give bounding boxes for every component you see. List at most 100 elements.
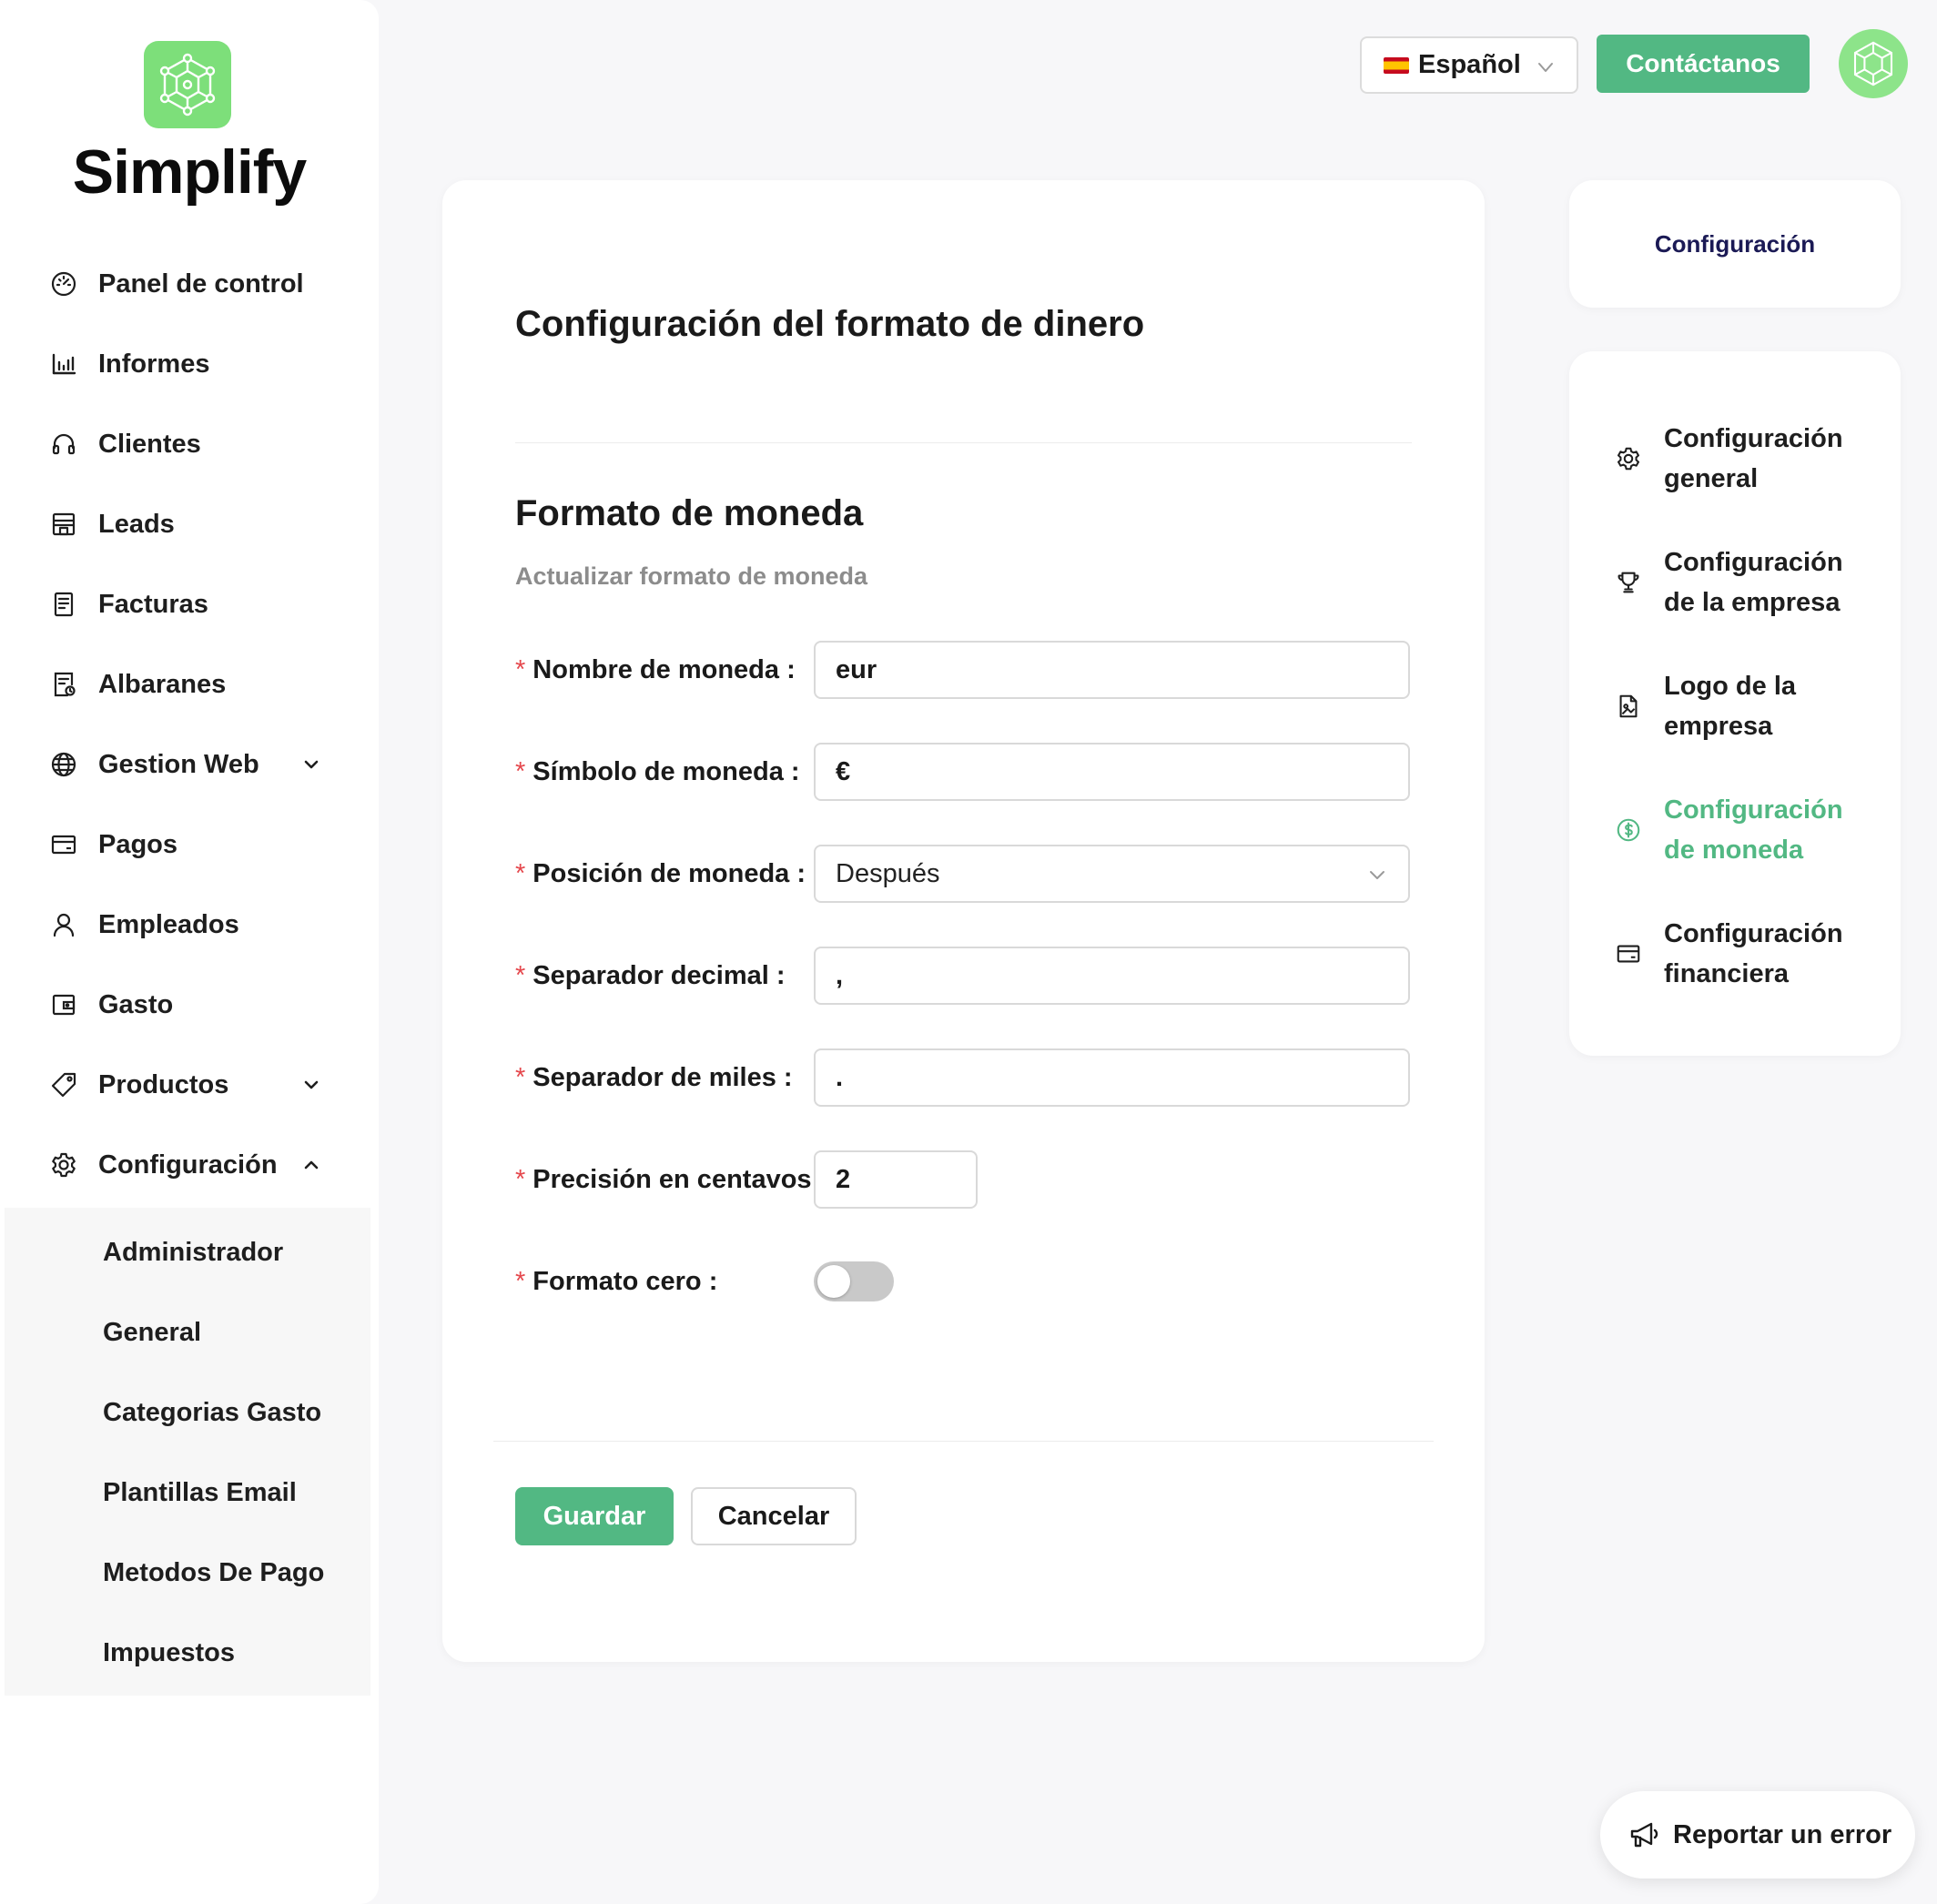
sidebar: Simplify Panel de control Informes Clien… (0, 0, 379, 1904)
submenu-item-general[interactable]: General (103, 1305, 201, 1360)
globe-icon (51, 752, 76, 777)
label-text: Separador decimal (532, 960, 769, 990)
cent-precision-input[interactable]: 2 (814, 1150, 978, 1209)
report-error-button[interactable]: Reportar un error (1600, 1791, 1915, 1879)
sidebar-item-empleados[interactable]: Empleados (49, 897, 350, 952)
form-row-currency-name: * Nombre de moneda : eur (515, 641, 1410, 699)
submenu-item-administrador[interactable]: Administrador (103, 1225, 283, 1280)
sidebar-item-panel-de-control[interactable]: Panel de control (49, 257, 350, 311)
form-row-thousand-separator: * Separador de miles : . (515, 1048, 1410, 1107)
label-text: Precisión en centavos (532, 1164, 812, 1194)
sidebar-item-leads[interactable]: Leads (49, 497, 350, 552)
save-button[interactable]: Guardar (515, 1487, 674, 1545)
label-text: Símbolo de moneda (532, 756, 784, 786)
language-select[interactable]: Español (1360, 36, 1578, 94)
chevron-down-icon[interactable] (299, 1072, 324, 1098)
submenu-item-metodos-de-pago[interactable]: Metodos De Pago (103, 1545, 324, 1600)
language-label: Español (1418, 50, 1521, 79)
label-text: Separador de miles (532, 1062, 776, 1092)
sidebar-item-label: Clientes (98, 429, 201, 459)
settings-item-logo[interactable]: Logo de la empresa (1615, 661, 1879, 752)
contact-button[interactable]: Contáctanos (1597, 35, 1810, 93)
spain-flag-icon (1384, 56, 1409, 74)
sidebar-item-label: Informes (98, 349, 210, 379)
gear-icon (52, 1152, 76, 1178)
form-row-zero-format: * Formato cero : (515, 1252, 1407, 1311)
chevron-down-icon (1538, 63, 1553, 72)
settings-item-financiera[interactable]: Configuración financiera (1615, 908, 1879, 999)
page-title: Configuración del formato de dinero (515, 304, 1145, 344)
credit-card-icon (1617, 945, 1640, 963)
app-logo[interactable] (144, 41, 231, 128)
currency-name-input[interactable]: eur (814, 641, 1410, 699)
trophy-icon (1618, 572, 1639, 593)
form-row-cent-precision: * Precisión en centavos : 2 (515, 1150, 1407, 1209)
footer-divider (493, 1441, 1434, 1442)
form-row-currency-position: * Posición de moneda : Después (515, 845, 1410, 903)
label-suffix: : (783, 1062, 793, 1092)
settings-item-general[interactable]: Configuración general (1615, 413, 1879, 504)
megaphone-icon (1630, 1822, 1658, 1848)
gear-icon (1618, 447, 1639, 471)
sidebar-item-label: Gasto (98, 989, 174, 1019)
decimal-separator-label: * Separador decimal : (515, 947, 786, 1005)
form-row-currency-symbol: * Símbolo de moneda : € (515, 743, 1410, 801)
required-marker: * (515, 756, 526, 786)
zero-format-label: * Formato cero : (515, 1252, 717, 1311)
sidebar-item-pagos[interactable]: Pagos (49, 817, 350, 872)
required-marker: * (515, 858, 526, 888)
label-text: Formato cero (532, 1266, 702, 1296)
zero-format-toggle[interactable] (814, 1261, 894, 1301)
settings-panel-title: Configuración (1654, 229, 1816, 258)
currency-position-value: Después (836, 858, 940, 888)
label-suffix: : (790, 756, 800, 786)
sidebar-item-label: Empleados (98, 909, 239, 939)
network-cube-icon (159, 53, 216, 116)
sidebar-item-gasto[interactable]: Gasto (49, 977, 350, 1032)
wallet-icon (52, 994, 76, 1016)
avatar[interactable] (1839, 29, 1908, 98)
settings-item-moneda[interactable]: Configuración de moneda (1615, 785, 1879, 876)
submenu-item-impuestos[interactable]: Impuestos (103, 1625, 235, 1680)
sidebar-item-albaranes[interactable]: Albaranes (49, 657, 350, 712)
required-marker: * (515, 1164, 526, 1194)
thousand-separator-input[interactable]: . (814, 1048, 1410, 1107)
required-marker: * (515, 1266, 526, 1296)
chevron-down-icon (1370, 871, 1384, 879)
sidebar-item-informes[interactable]: Informes (49, 337, 350, 391)
chevron-down-icon[interactable] (299, 752, 324, 777)
settings-menu: Configuración general Configuración de l… (1569, 351, 1901, 1056)
decimal-separator-input[interactable]: , (814, 947, 1410, 1005)
currency-settings-card: Configuración del formato de dinero Form… (442, 180, 1485, 1662)
sidebar-item-label: Facturas (98, 589, 208, 619)
user-icon (53, 913, 75, 937)
invoice-icon (54, 592, 74, 617)
currency-position-select[interactable]: Después (814, 845, 1410, 903)
toggle-knob (817, 1265, 850, 1298)
headphones-icon (52, 433, 76, 455)
settings-item-label: Logo de la empresa (1664, 672, 1796, 741)
brand-name: Simplify (72, 137, 308, 207)
submenu-item-categorias-gasto[interactable]: Categorias Gasto (103, 1385, 321, 1440)
title-divider (515, 442, 1412, 443)
thousand-separator-label: * Separador de miles : (515, 1048, 793, 1107)
network-cube-icon (1853, 41, 1893, 86)
dashboard-icon (51, 271, 76, 297)
submenu-item-plantillas-email[interactable]: Plantillas Email (103, 1465, 297, 1520)
sidebar-item-productos[interactable]: Productos (49, 1058, 350, 1112)
sidebar-item-gestion-web[interactable]: Gestion Web (49, 737, 350, 792)
configuracion-submenu: Administrador General Categorias Gasto P… (5, 1208, 370, 1696)
label-suffix: : (708, 1266, 718, 1296)
settings-item-empresa[interactable]: Configuración de la empresa (1615, 537, 1879, 628)
currency-name-label: * Nombre de moneda : (515, 641, 796, 699)
sidebar-item-clientes[interactable]: Clientes (49, 417, 350, 471)
sidebar-item-label: Pagos (98, 829, 178, 859)
currency-symbol-input[interactable]: € (814, 743, 1410, 801)
chevron-up-icon[interactable] (299, 1152, 324, 1178)
cancel-button[interactable]: Cancelar (691, 1487, 857, 1545)
sidebar-item-facturas[interactable]: Facturas (49, 577, 350, 632)
label-suffix: : (786, 654, 796, 684)
section-subtitle: Actualizar formato de moneda (515, 562, 868, 590)
required-marker: * (515, 960, 526, 990)
sidebar-item-configuracion[interactable]: Configuración (49, 1138, 350, 1192)
